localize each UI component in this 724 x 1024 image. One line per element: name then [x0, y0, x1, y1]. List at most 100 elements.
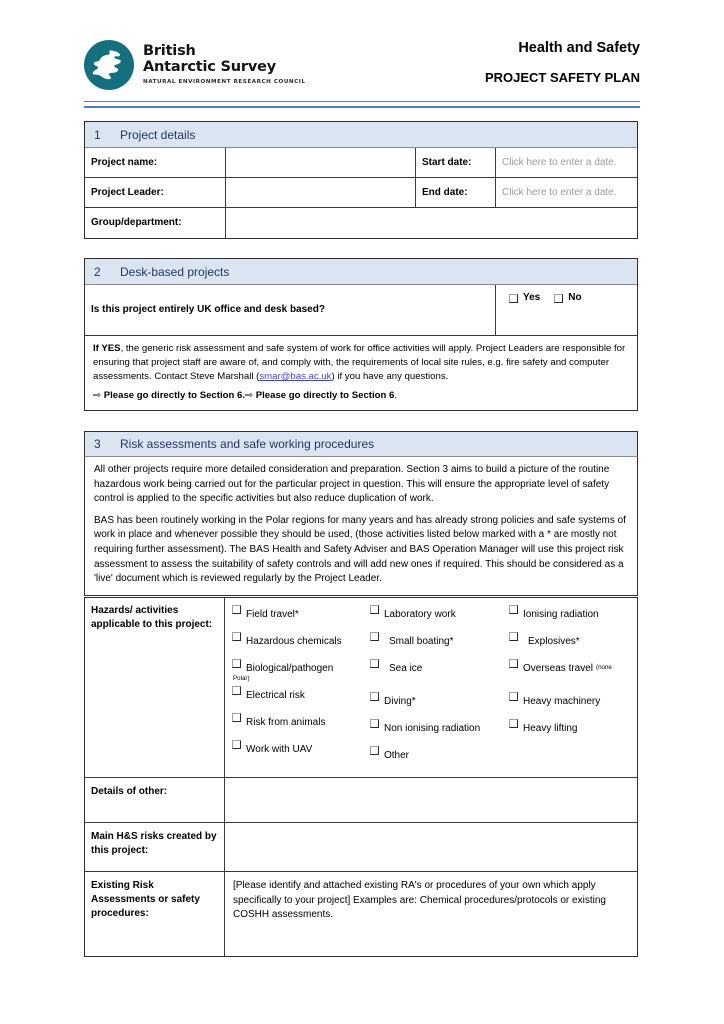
main-risks-input[interactable]: [225, 823, 637, 871]
main-risks-label: Main H&S risks created by this project:: [85, 823, 225, 871]
section-2-desk-based-projects: 2 Desk-based projects Is this project en…: [84, 258, 638, 411]
checkbox-icon[interactable]: [370, 632, 379, 641]
section-3-number: 3: [94, 437, 101, 451]
hazard-label: Other: [384, 750, 410, 761]
hazard-label: Risk from animals: [246, 717, 326, 728]
logo-line-1: British: [143, 43, 196, 59]
checkbox-icon[interactable]: [232, 605, 241, 614]
desk-based-question-label: Is this project entirely UK office and d…: [85, 285, 496, 335]
details-of-other-row: Details of other:: [85, 778, 637, 823]
hazard-option-work-with-uav[interactable]: Work with UAV: [232, 738, 368, 765]
header-titles: Health and Safety PROJECT SAFETY PLAN: [485, 36, 640, 88]
desk-based-yes-option[interactable]: Yes: [509, 291, 540, 305]
checkbox-icon[interactable]: [370, 746, 379, 755]
section-2-header: 2 Desk-based projects: [85, 259, 637, 285]
checkbox-icon[interactable]: [370, 605, 379, 614]
hazard-option-ionising-radiation[interactable]: Ionising radiation: [509, 603, 637, 630]
no-label: No: [568, 292, 582, 303]
section-1-number: 1: [94, 127, 101, 142]
hazard-label: Diving*: [384, 696, 416, 707]
hazards-column-3: Ionising radiation Explosives* Overseas …: [507, 603, 637, 771]
hazards-column-1: Field travel* Hazardous chemicals Biolog…: [225, 603, 368, 771]
hazard-label: Laboratory work: [384, 609, 456, 620]
hazards-checkbox-grid: Field travel* Hazardous chemicals Biolog…: [225, 598, 637, 777]
hazard-option-diving[interactable]: Diving*: [370, 690, 507, 717]
goto-section-6-tail-2: .: [394, 389, 398, 401]
table-row: Project Leader: End date: Click here to …: [85, 178, 637, 208]
end-date-label: End date:: [416, 178, 496, 207]
project-name-input[interactable]: [226, 148, 416, 177]
hazard-option-other[interactable]: Other: [370, 744, 507, 771]
hazard-option-small-boating[interactable]: Small boating*: [370, 630, 507, 657]
checkbox-icon[interactable]: [232, 740, 241, 749]
hazard-option-electrical-risk[interactable]: Electrical risk: [232, 684, 368, 711]
existing-risk-assessments-label: Existing Risk Assessments or safety proc…: [85, 872, 225, 956]
hazard-option-explosives[interactable]: Explosives*: [509, 630, 637, 657]
section-2-number: 2: [94, 264, 101, 279]
hazard-label: Small boating*: [389, 636, 454, 647]
bas-logo: British Antarctic Survey NATURAL ENVIRON…: [84, 36, 306, 90]
hazard-label: Explosives*: [528, 636, 580, 647]
checkbox-icon[interactable]: [509, 605, 518, 614]
hazard-label-note: (none: [596, 664, 612, 671]
hazard-option-risk-from-animals[interactable]: Risk from animals: [232, 711, 368, 738]
hazards-label: Hazards/ activities applicable to this p…: [85, 598, 225, 777]
hazard-option-heavy-lifting[interactable]: Heavy lifting: [509, 717, 637, 744]
document-page: British Antarctic Survey NATURAL ENVIRON…: [0, 0, 724, 1024]
checkbox-icon[interactable]: [509, 692, 518, 701]
desk-based-no-option[interactable]: No: [554, 291, 582, 305]
start-date-input[interactable]: Click here to enter a date.: [496, 148, 636, 177]
checkbox-icon[interactable]: [232, 632, 241, 641]
details-of-other-input[interactable]: [225, 778, 637, 822]
existing-risk-assessments-input[interactable]: [Please identify and attached existing R…: [225, 872, 637, 956]
logo-line-2: Antarctic Survey: [143, 59, 277, 75]
checkbox-icon[interactable]: [509, 719, 518, 728]
checkbox-icon[interactable]: [554, 293, 564, 303]
checkbox-icon[interactable]: [370, 692, 379, 701]
hazard-option-hazardous-chemicals[interactable]: Hazardous chemicals: [232, 630, 368, 657]
logo-subtitle: NATURAL ENVIRONMENT RESEARCH COUNCIL: [143, 79, 306, 85]
checkbox-icon[interactable]: [509, 293, 518, 303]
main-risks-row: Main H&S risks created by this project:: [85, 823, 637, 872]
header-divider: [84, 101, 640, 108]
checkbox-icon[interactable]: [370, 659, 379, 668]
yes-label: Yes: [523, 292, 541, 303]
desk-based-answer-group: Yes No: [496, 285, 637, 335]
hazard-option-overseas-travel[interactable]: Overseas travel (none: [509, 657, 637, 684]
project-leader-input[interactable]: [226, 178, 416, 207]
document-header: British Antarctic Survey NATURAL ENVIRON…: [84, 36, 640, 94]
project-name-label: Project name:: [85, 148, 226, 177]
email-link[interactable]: smar@bas.ac.uk: [259, 371, 331, 382]
checkbox-icon[interactable]: [232, 659, 241, 668]
hazard-option-field-travel[interactable]: Field travel*: [232, 603, 368, 630]
goto-section-6-text: Please go directly to Section 6: [103, 389, 243, 401]
checkbox-icon[interactable]: [509, 659, 518, 668]
antarctica-logo-icon: [84, 40, 134, 90]
table-row: Group/department:: [85, 208, 637, 238]
goto-section-6-line: ⇨ Please go directly to Section 6. ⇨ Plea…: [93, 389, 629, 403]
hazard-label-tail-polar: Polar): [233, 675, 250, 682]
hazards-table: Hazards/ activities applicable to this p…: [84, 597, 638, 957]
hazard-label: Non ionising radiation: [384, 723, 481, 734]
hazard-label: Overseas travel: [523, 663, 594, 674]
checkbox-icon[interactable]: [509, 632, 518, 641]
hazard-option-sea-ice[interactable]: Sea ice: [370, 657, 507, 684]
hazard-option-heavy-machinery[interactable]: Heavy machinery: [509, 690, 637, 717]
note-if-yes: If YES: [93, 343, 121, 354]
group-department-label: Group/department:: [85, 208, 226, 238]
section-3-paragraph-1: All other projects require more detailed…: [94, 464, 610, 505]
hazard-option-laboratory-work[interactable]: Laboratory work: [370, 603, 507, 630]
hazards-column-2: Laboratory work Small boating* Sea ice D…: [368, 603, 507, 771]
document-subtitle: PROJECT SAFETY PLAN: [484, 70, 640, 85]
hazard-option-non-ionising-radiation[interactable]: Non ionising radiation: [370, 717, 507, 744]
existing-risk-assessments-row: Existing Risk Assessments or safety proc…: [85, 872, 637, 956]
document-title: Health and Safety: [518, 40, 640, 56]
section-1-header: 1 Project details: [85, 122, 637, 148]
group-department-input[interactable]: [226, 208, 637, 238]
checkbox-icon[interactable]: [370, 719, 379, 728]
checkbox-icon[interactable]: [232, 713, 241, 722]
checkbox-icon[interactable]: [232, 686, 241, 695]
desk-based-note-row: If YES, the generic risk assessment and …: [85, 336, 637, 410]
end-date-input[interactable]: Click here to enter a date.: [496, 178, 636, 207]
hazard-label: Heavy machinery: [523, 696, 601, 707]
